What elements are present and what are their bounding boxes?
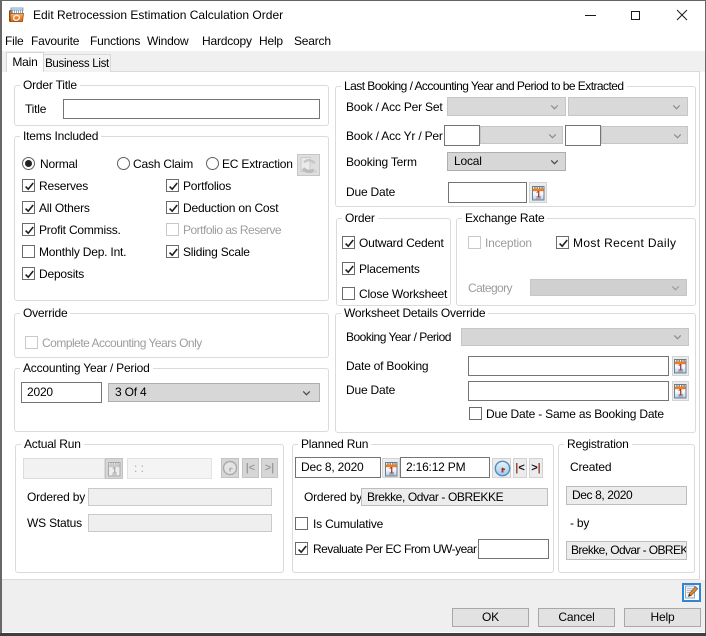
svg-text:1: 1 <box>389 466 394 476</box>
svg-text:1: 1 <box>678 363 683 373</box>
svg-text:1: 1 <box>112 466 117 476</box>
svg-text:1: 1 <box>536 190 541 200</box>
svg-text:1: 1 <box>678 388 683 398</box>
